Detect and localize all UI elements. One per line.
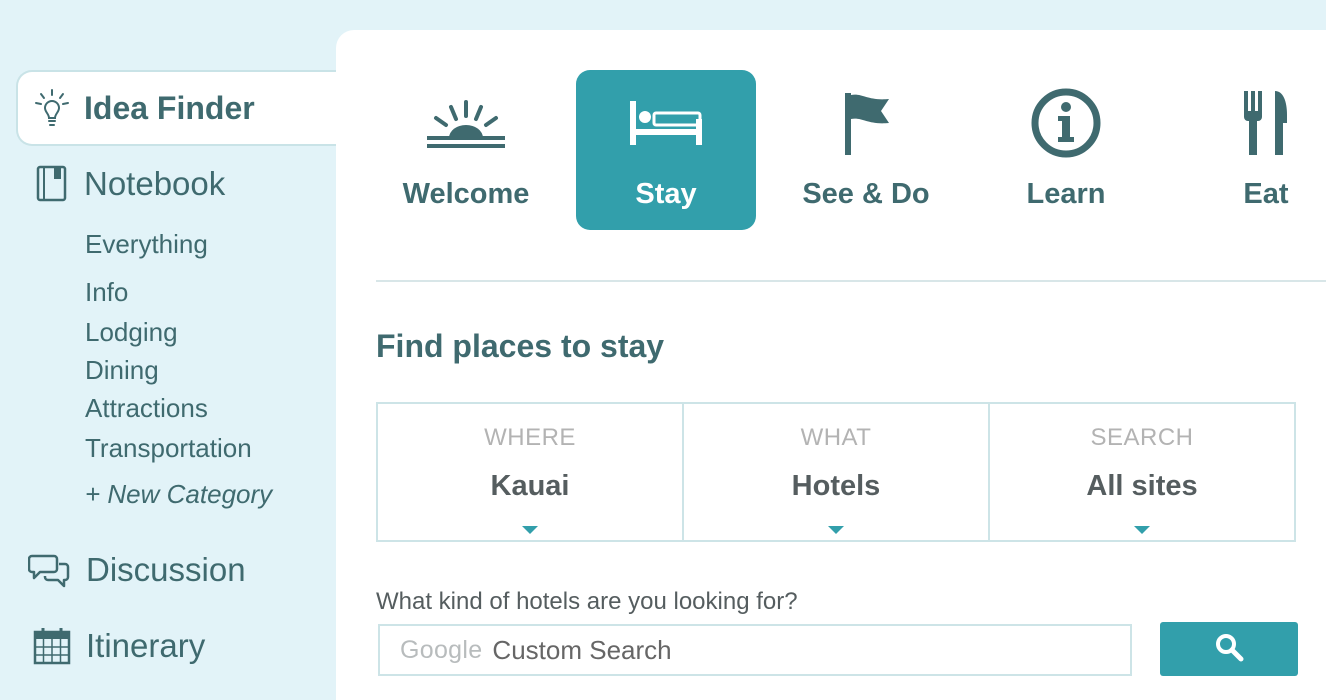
search-icon (1214, 632, 1244, 667)
search-button[interactable] (1160, 622, 1298, 676)
caret-down-icon (522, 526, 538, 534)
tab-label: Welcome (402, 178, 530, 210)
caret-down-icon (1134, 526, 1150, 534)
notebook-icon (34, 164, 70, 204)
page-title: Find places to stay (376, 328, 665, 364)
calendar-icon (32, 626, 72, 666)
what-dropdown[interactable]: WHAT Hotels (684, 404, 990, 540)
sunrise-icon (376, 86, 556, 160)
search-scope-dropdown[interactable]: SEARCH All sites (990, 404, 1294, 540)
tab-see-do[interactable]: See & Do (776, 70, 956, 230)
lightbulb-icon (32, 88, 72, 128)
filter-label: WHERE (484, 424, 576, 451)
sidebar-item-notebook[interactable]: Notebook (34, 164, 225, 204)
where-dropdown[interactable]: WHERE Kauai (378, 404, 684, 540)
category-info[interactable]: Info (85, 277, 128, 308)
category-everything[interactable]: Everything (85, 229, 208, 260)
sidebar-item-label: Notebook (84, 165, 226, 202)
category-attractions[interactable]: Attractions (85, 393, 208, 424)
filter-label: SEARCH (1090, 424, 1194, 451)
divider (376, 280, 1326, 282)
tab-welcome[interactable]: Welcome (376, 70, 556, 230)
search-field[interactable]: Google (378, 624, 1132, 676)
speech-bubbles-icon (28, 550, 72, 590)
sidebar-item-label: Idea Finder (84, 89, 255, 126)
sidebar-item-label: Itinerary (86, 627, 206, 664)
tab-learn[interactable]: Learn (976, 70, 1156, 230)
tab-label: See & Do (802, 178, 930, 210)
tab-stay[interactable]: Stay (576, 70, 756, 230)
category-transportation[interactable]: Transportation (85, 433, 252, 464)
fork-knife-icon (1176, 86, 1326, 160)
filter-value: Hotels (791, 470, 881, 502)
info-icon (976, 86, 1156, 160)
filter-label: WHAT (800, 424, 872, 451)
new-category-link[interactable]: + New Category (85, 479, 272, 510)
caret-down-icon (828, 526, 844, 534)
filter-value: Kauai (490, 470, 570, 502)
sidebar: Idea Finder Notebook Everything Info Lod… (0, 0, 356, 700)
sidebar-item-itinerary[interactable]: Itinerary (32, 626, 205, 666)
main-panel: Welcome Stay See & Do Learn Eat Find pla… (336, 30, 1326, 700)
category-lodging[interactable]: Lodging (85, 317, 178, 348)
tab-eat[interactable]: Eat (1176, 70, 1326, 230)
search-question: What kind of hotels are you looking for? (376, 588, 798, 615)
filter-value: All sites (1086, 470, 1198, 502)
sidebar-item-label: Discussion (86, 551, 246, 588)
google-logo: Google (400, 635, 483, 664)
sidebar-item-discussion[interactable]: Discussion (28, 550, 246, 590)
search-filters: WHERE Kauai WHAT Hotels SEARCH All sites (376, 402, 1296, 542)
tab-label: Stay (635, 178, 697, 210)
search-input[interactable] (492, 634, 1013, 666)
flag-icon (776, 86, 956, 160)
bed-icon (576, 86, 756, 160)
tab-label: Eat (1243, 178, 1289, 210)
sidebar-item-idea-finder[interactable]: Idea Finder (16, 70, 356, 146)
category-dining[interactable]: Dining (85, 355, 159, 386)
tab-label: Learn (1026, 178, 1106, 210)
